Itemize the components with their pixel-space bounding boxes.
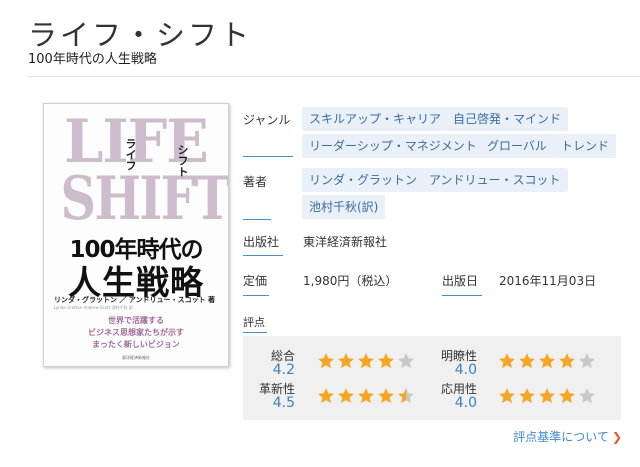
star-icon [378, 353, 394, 369]
author-label: 著者 [243, 175, 268, 189]
rating-label: 評点 [243, 316, 265, 329]
cover-kana-life: ライフ [124, 138, 137, 171]
genre-chip-global[interactable]: グローバル [480, 134, 554, 158]
star-icon [559, 388, 575, 404]
star-icon [539, 353, 555, 369]
cover-translator: 池村千秋 訳 [111, 305, 133, 310]
author-chip-ikemura[interactable]: 池村千秋(訳) [302, 195, 386, 219]
publisher-label-underline [243, 255, 283, 256]
ratings-box: 総合 4.2 明瞭性 4.0 革新性 4.5 応用性 4.0 [243, 336, 621, 420]
publisher-value: 東洋経済新報社 [303, 235, 388, 249]
star-icon [499, 353, 515, 369]
cover-tagline-1: 世界で活躍する [108, 316, 164, 325]
price-value: 1,980円（税込） [303, 274, 398, 288]
star-icon [318, 353, 334, 369]
star-icon [378, 388, 394, 404]
cover-publisher: 東洋経済新報社 [122, 355, 150, 360]
star-icon [539, 388, 555, 404]
author-chip-gratton[interactable]: リンダ・グラットン [302, 168, 425, 192]
author-chip-scott[interactable]: アンドリュー・スコット [422, 168, 568, 192]
star-icon [358, 388, 374, 404]
genre-chip-selfdev[interactable]: 自己啓発・マインド [446, 107, 569, 131]
star-icon [358, 353, 374, 369]
genre-label-underline [243, 156, 293, 157]
cover-kana-shift: シフト [176, 144, 189, 177]
price-label-underline [243, 295, 269, 296]
star-icon [499, 388, 515, 404]
date-value: 2016年11月03日 [499, 274, 597, 288]
cover-authors-roman: Lynda Gratton Andrew Scott 池村千秋 訳 [54, 305, 222, 311]
star-icon [338, 353, 354, 369]
price-label: 定価 [243, 274, 268, 288]
genre-label: ジャンル [243, 113, 291, 127]
genre-chip-skillup[interactable]: スキルアップ・キャリア [302, 107, 449, 131]
star-icon [398, 353, 414, 369]
rating-clarity-value: 4.0 [454, 362, 477, 378]
book-cover: LIFE SHIFT ライフ シフト 100年時代の 人生戦略 リンダ・グラット… [43, 103, 229, 367]
star-icon [579, 353, 595, 369]
cover-tagline-2: ビジネス思想家たちが示す [88, 328, 184, 337]
rating-applicability-value: 4.0 [454, 395, 477, 411]
header-divider [28, 76, 640, 77]
rating-criteria-link[interactable]: 評点基準について ❯ [513, 428, 622, 445]
star-icon [519, 388, 535, 404]
rating-clarity-stars [498, 352, 596, 370]
rating-applicability-stars [498, 387, 596, 405]
star-icon [318, 388, 334, 404]
publisher-label: 出版社 [243, 235, 280, 249]
cover-tagline-3: まったく新しいビジョン [92, 340, 180, 349]
star-icon [398, 388, 414, 404]
rating-overall-stars [317, 352, 415, 370]
page-subtitle: 100年時代の人生戦略 [28, 52, 157, 67]
star-icon [579, 388, 595, 404]
genre-chip-leadership[interactable]: リーダーシップ・マネジメント [302, 134, 484, 158]
author-label-underline [243, 219, 271, 220]
cover-authors: リンダ・グラットン ／ アンドリュー・スコット 著 [54, 296, 216, 304]
date-label: 出版日 [442, 274, 479, 288]
rating-label-underline [243, 332, 267, 333]
star-icon [519, 353, 535, 369]
date-label-underline [442, 295, 482, 296]
cover-shift-text: SHIFT [60, 164, 229, 234]
rating-overall-value: 4.2 [272, 362, 295, 378]
star-icon [559, 353, 575, 369]
rating-innovation-value: 4.5 [272, 395, 295, 411]
star-icon [338, 388, 354, 404]
cover-authors-roman-names: Lynda Gratton Andrew Scott [54, 305, 111, 310]
cover-tagline: 世界で活躍する ビジネス思想家たちが示す まったく新しいビジョン [44, 315, 228, 351]
chevron-right-icon: ❯ [611, 430, 622, 444]
rating-innovation-stars [317, 387, 415, 405]
rating-criteria-text: 評点基準について [513, 430, 609, 444]
genre-chip-trend[interactable]: トレンド [554, 134, 617, 158]
